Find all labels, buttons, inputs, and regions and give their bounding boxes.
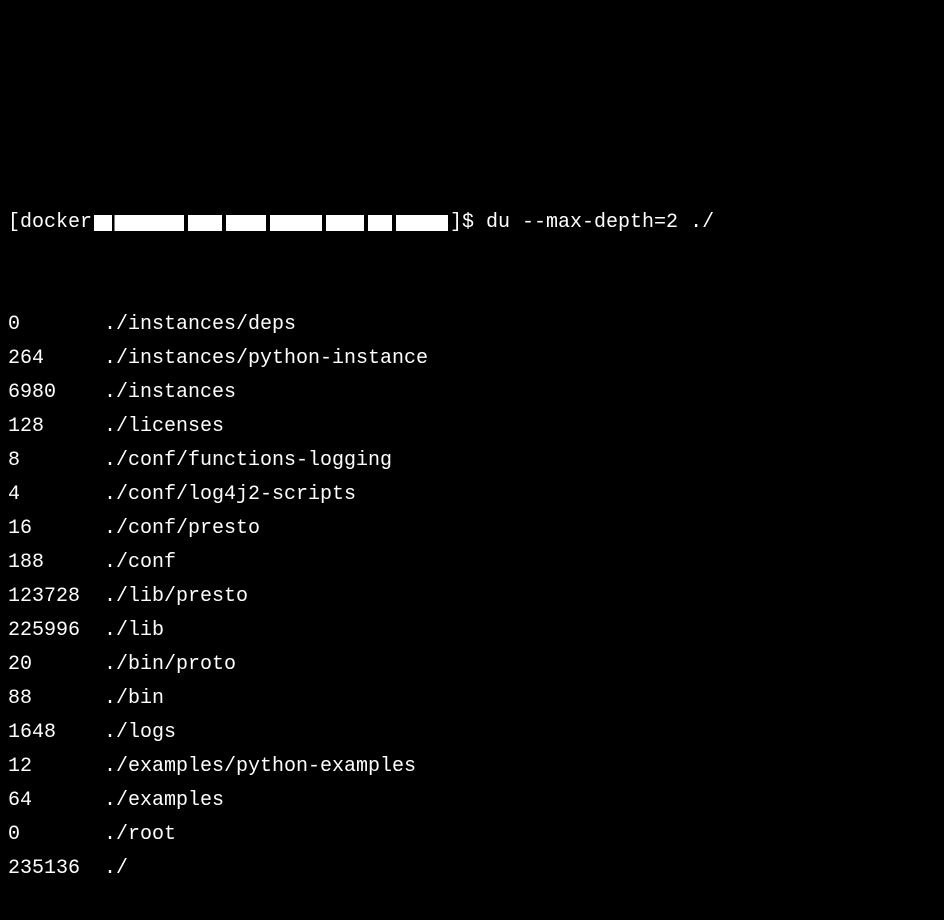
- command-text: du --max-depth=2 ./: [486, 206, 714, 240]
- du-size: 225996: [8, 614, 104, 648]
- du-path: ./conf/log4j2-scripts: [104, 478, 356, 512]
- redacted-block: [396, 215, 448, 231]
- du-line: 0./root: [8, 818, 936, 852]
- du-line: 8./conf/functions-logging: [8, 444, 936, 478]
- du-path: ./root: [104, 818, 176, 852]
- du-path: ./instances: [104, 376, 236, 410]
- du-line: 6980./instances: [8, 376, 936, 410]
- du-size: 88: [8, 682, 104, 716]
- du-path: ./examples/python-examples: [104, 750, 416, 784]
- redacted-block: [368, 215, 392, 231]
- du-size: 20: [8, 648, 104, 682]
- du-size: 188: [8, 546, 104, 580]
- du-path: ./lib/presto: [104, 580, 248, 614]
- redacted-block: [188, 215, 222, 231]
- du-line: 20./bin/proto: [8, 648, 936, 682]
- du-size: 8: [8, 444, 104, 478]
- du-size: 64: [8, 784, 104, 818]
- redacted-block: [226, 215, 266, 231]
- du-path: ./logs: [104, 716, 176, 750]
- prompt-line: [docker ]$ du --max-depth=2 ./: [8, 206, 936, 240]
- du-line: 225996./lib: [8, 614, 936, 648]
- du-line: 64./examples: [8, 784, 936, 818]
- du-path: ./instances/python-instance: [104, 342, 428, 376]
- prompt-user-open: [docker: [8, 206, 92, 240]
- du-line: 0./instances/deps: [8, 308, 936, 342]
- du-line: 16./conf/presto: [8, 512, 936, 546]
- du-path: ./conf/presto: [104, 512, 260, 546]
- terminal-output[interactable]: [docker ]$ du --max-depth=2 ./ 0./instan…: [8, 138, 936, 742]
- prompt-end: ]$: [450, 206, 486, 240]
- du-size: 1648: [8, 716, 104, 750]
- du-size: 128: [8, 410, 104, 444]
- du-line: 264./instances/python-instance: [8, 342, 936, 376]
- du-size: 235136: [8, 852, 104, 886]
- du-line: 12./examples/python-examples: [8, 750, 936, 784]
- du-path: ./lib: [104, 614, 164, 648]
- redacted-block: [94, 215, 184, 231]
- du-size: 16: [8, 512, 104, 546]
- du-size: 264: [8, 342, 104, 376]
- du-size: 4: [8, 478, 104, 512]
- du-path: ./examples: [104, 784, 224, 818]
- du-path: ./bin: [104, 682, 164, 716]
- du-path: ./licenses: [104, 410, 224, 444]
- du-size: 12: [8, 750, 104, 784]
- du-path: ./instances/deps: [104, 308, 296, 342]
- du-size: 0: [8, 308, 104, 342]
- du-line: 188./conf: [8, 546, 936, 580]
- du-line: 123728./lib/presto: [8, 580, 936, 614]
- redacted-block: [326, 215, 364, 231]
- redacted-block: [270, 215, 322, 231]
- du-line: 128./licenses: [8, 410, 936, 444]
- du-size: 123728: [8, 580, 104, 614]
- du-path: ./conf: [104, 546, 176, 580]
- du-line: 88./bin: [8, 682, 936, 716]
- du-line: 1648./logs: [8, 716, 936, 750]
- du-path: ./bin/proto: [104, 648, 236, 682]
- du-size: 0: [8, 818, 104, 852]
- du-output: 0./instances/deps264./instances/python-i…: [8, 308, 936, 886]
- du-line: 235136./: [8, 852, 936, 886]
- du-size: 6980: [8, 376, 104, 410]
- du-path: ./: [104, 852, 128, 886]
- du-path: ./conf/functions-logging: [104, 444, 392, 478]
- du-line: 4./conf/log4j2-scripts: [8, 478, 936, 512]
